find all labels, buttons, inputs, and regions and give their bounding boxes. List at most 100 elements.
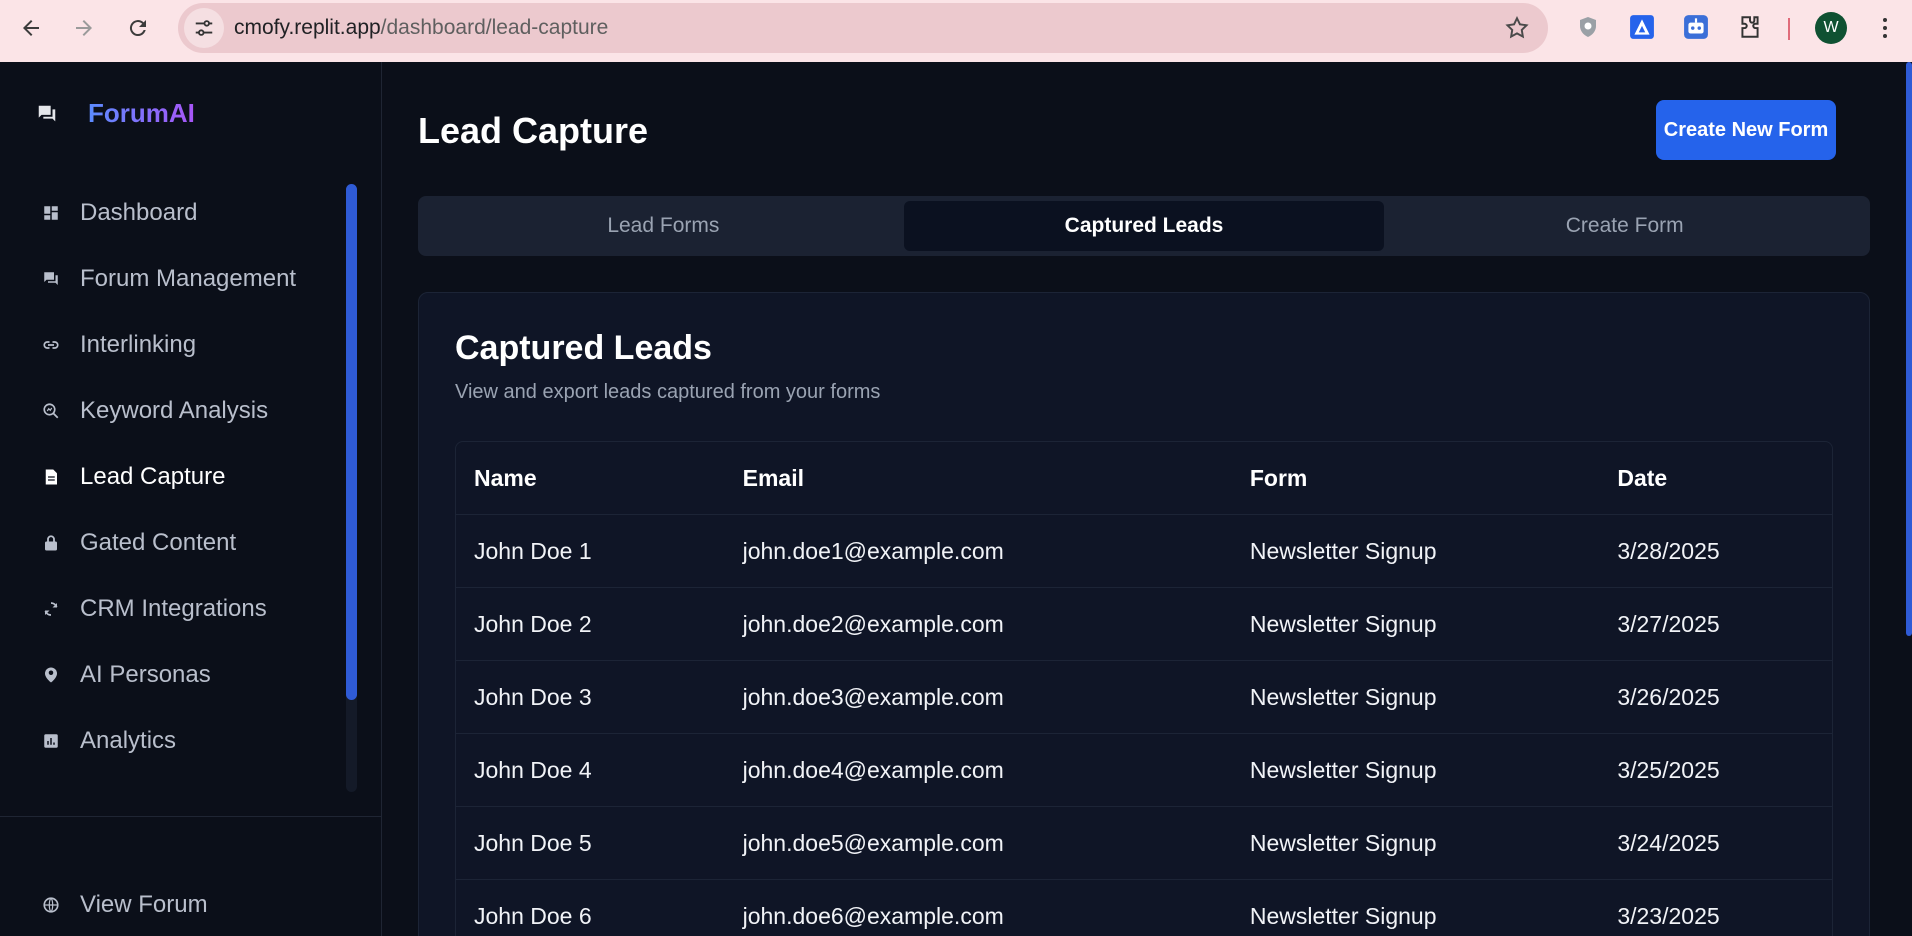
cell-name: John Doe 5: [474, 829, 592, 856]
sidebar-item-forum-management[interactable]: Forum Management: [0, 246, 360, 312]
brand-name: ForumAI: [88, 98, 195, 128]
cell-email: john.doe6@example.com: [742, 903, 1004, 929]
column-header-name[interactable]: Name: [456, 465, 725, 492]
document-icon: [42, 468, 60, 486]
table-row[interactable]: John Doe 2 john.doe2@example.com Newslet…: [456, 588, 1832, 661]
cell-form: Newsletter Signup: [1249, 829, 1437, 856]
table-row[interactable]: John Doe 1 john.doe1@example.com Newslet…: [456, 515, 1832, 588]
url-text: cmofy.replit.app/dashboard/lead-capture: [234, 16, 608, 40]
robot-extension-icon[interactable]: [1680, 11, 1712, 43]
sidebar-item-interlinking[interactable]: Interlinking: [0, 312, 360, 378]
reload-icon: [129, 20, 146, 37]
cell-email: john.doe3@example.com: [742, 683, 1004, 710]
sidebar-item-label: CRM Integrations: [80, 595, 267, 622]
column-header-email[interactable]: Email: [725, 465, 1232, 492]
leads-table: Name Email Form Date John Doe 1 john.doe…: [455, 441, 1833, 936]
sidebar-footer: View Forum: [0, 872, 360, 936]
sync-icon: [42, 600, 60, 618]
create-new-form-button[interactable]: Create New Form: [1656, 100, 1836, 160]
sidebar-item-keyword-analysis[interactable]: Keyword Analysis: [0, 378, 360, 444]
reload-button[interactable]: [116, 6, 160, 50]
cell-name: John Doe 1: [474, 537, 592, 564]
site-info-button[interactable]: [184, 8, 224, 48]
sidebar-scrollbar-thumb[interactable]: [346, 184, 357, 700]
forum-logo-icon: [36, 103, 58, 125]
cell-email: john.doe1@example.com: [742, 537, 1004, 564]
sidebar-item-label: Dashboard: [80, 199, 198, 226]
table-row[interactable]: John Doe 5 john.doe5@example.com Newslet…: [456, 807, 1832, 880]
sidebar-nav: Dashboard Forum Management Interlinking …: [0, 180, 360, 774]
cell-date: 3/25/2025: [1617, 756, 1720, 783]
cell-name: John Doe 2: [474, 610, 592, 637]
cell-date: 3/26/2025: [1617, 683, 1720, 710]
sidebar-item-gated-content[interactable]: Gated Content: [0, 510, 360, 576]
puzzle-extensions-icon[interactable]: [1734, 11, 1766, 43]
card-subtitle: View and export leads captured from your…: [455, 381, 881, 403]
sidebar-item-label: Interlinking: [80, 331, 197, 358]
shield-extension-icon[interactable]: [1572, 11, 1604, 43]
sidebar-item-ai-personas[interactable]: AI Personas: [0, 642, 360, 708]
tab-bar: Lead Forms Captured Leads Create Form: [418, 196, 1870, 256]
tab-lead-forms[interactable]: Lead Forms: [423, 201, 904, 251]
sidebar-item-label: AI Personas: [80, 661, 211, 688]
cell-form: Newsletter Signup: [1249, 537, 1437, 564]
lock-icon: [42, 534, 60, 552]
sidebar-item-label: Analytics: [80, 727, 177, 754]
sidebar-item-label: Forum Management: [80, 265, 297, 292]
toolbar-divider: [1788, 18, 1790, 40]
bookmark-star-icon[interactable]: [1504, 15, 1530, 41]
profile-avatar[interactable]: W: [1815, 12, 1847, 44]
cell-name: John Doe 6: [474, 903, 592, 929]
cell-date: 3/27/2025: [1617, 610, 1720, 637]
url-path: /dashboard/lead-capture: [380, 16, 609, 39]
forward-button[interactable]: [62, 6, 106, 50]
back-arrow-icon: [23, 20, 39, 36]
cell-name: John Doe 4: [474, 756, 592, 783]
analytics-icon: [42, 732, 60, 750]
column-header-date[interactable]: Date: [1599, 465, 1832, 492]
table-header-row: Name Email Form Date: [456, 442, 1832, 515]
table-row[interactable]: John Doe 4 john.doe4@example.com Newslet…: [456, 734, 1832, 807]
cell-date: 3/24/2025: [1617, 829, 1720, 856]
address-bar[interactable]: cmofy.replit.app/dashboard/lead-capture: [178, 3, 1548, 53]
card-title: Captured Leads: [455, 329, 712, 367]
browser-menu-icon[interactable]: [1870, 12, 1900, 44]
sidebar-item-label: Lead Capture: [80, 463, 226, 490]
tab-create-form[interactable]: Create Form: [1384, 201, 1865, 251]
brand[interactable]: ForumAI: [36, 98, 195, 129]
search-chart-icon: [42, 402, 60, 420]
sidebar-item-analytics[interactable]: Analytics: [0, 708, 360, 774]
page-scrollbar-thumb[interactable]: [1906, 62, 1912, 636]
back-button[interactable]: [9, 6, 53, 50]
sidebar-item-label: Keyword Analysis: [80, 397, 269, 424]
url-host: cmofy.replit.app: [234, 16, 381, 39]
link-icon: [42, 336, 60, 354]
sidebar-item-dashboard[interactable]: Dashboard: [0, 180, 360, 246]
table-row[interactable]: John Doe 6 john.doe6@example.com Newslet…: [456, 880, 1832, 936]
cell-email: john.doe5@example.com: [742, 829, 1004, 856]
page-title: Lead Capture: [418, 110, 649, 151]
view-forum-link[interactable]: View Forum: [0, 872, 360, 936]
cell-form: Newsletter Signup: [1249, 683, 1437, 710]
cell-email: john.doe4@example.com: [742, 756, 1004, 783]
cell-date: 3/23/2025: [1617, 903, 1720, 929]
column-header-form[interactable]: Form: [1232, 465, 1599, 492]
cell-form: Newsletter Signup: [1249, 756, 1437, 783]
dashboard-icon: [42, 204, 60, 222]
cell-email: john.doe2@example.com: [742, 610, 1004, 637]
chat-icon: [42, 270, 60, 288]
cell-form: Newsletter Signup: [1249, 903, 1437, 929]
sidebar-item-lead-capture[interactable]: Lead Capture: [0, 444, 360, 510]
table-row[interactable]: John Doe 3 john.doe3@example.com Newslet…: [456, 661, 1832, 734]
arc-extension-icon[interactable]: [1626, 11, 1658, 43]
sidebar-item-crm-integrations[interactable]: CRM Integrations: [0, 576, 360, 642]
main-content: Lead Capture Create New Form Lead Forms …: [382, 62, 1912, 936]
tab-captured-leads[interactable]: Captured Leads: [903, 201, 1385, 251]
cell-date: 3/28/2025: [1617, 537, 1720, 564]
cell-form: Newsletter Signup: [1249, 610, 1437, 637]
cell-name: John Doe 3: [474, 683, 592, 710]
sidebar-item-label: Gated Content: [80, 529, 237, 556]
sidebar: ForumAI Dashboard Forum Management Inter…: [0, 62, 382, 936]
forward-arrow-icon: [76, 20, 92, 36]
browser-toolbar: cmofy.replit.app/dashboard/lead-capture …: [0, 0, 1912, 62]
